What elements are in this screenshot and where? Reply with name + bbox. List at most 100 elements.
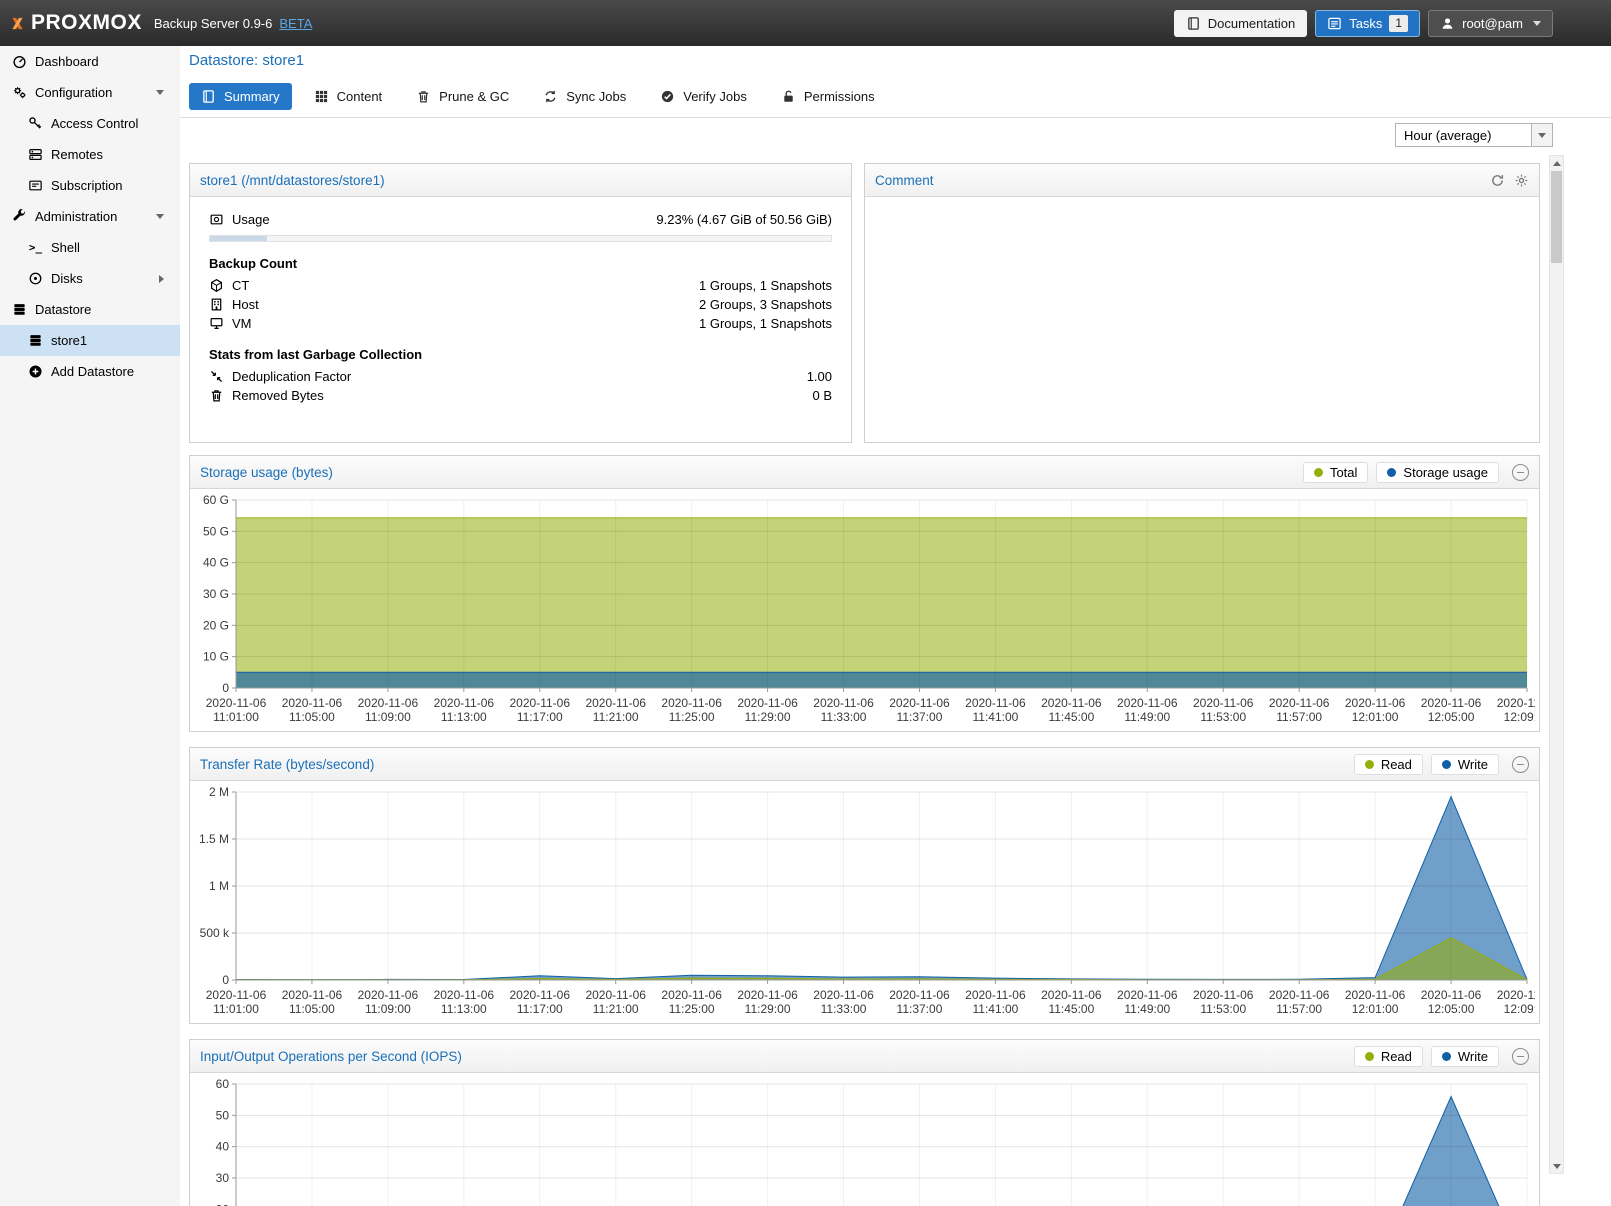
scroll-down-arrow[interactable] (1550, 1159, 1563, 1173)
usage-label: Usage (232, 212, 270, 227)
iops-chart: 01020304050602020-11-0611:01:002020-11-0… (194, 1076, 1535, 1206)
legend-item-storage-usage[interactable]: Storage usage (1376, 462, 1499, 483)
tab-verify-jobs[interactable]: Verify Jobs (648, 83, 759, 110)
book-icon (201, 89, 216, 104)
svg-text:50 G: 50 G (203, 524, 229, 538)
svg-text:11:05:00: 11:05:00 (289, 710, 335, 724)
svg-text:11:05:00: 11:05:00 (289, 1002, 335, 1016)
svg-text:50: 50 (216, 1108, 230, 1122)
documentation-button[interactable]: Documentation (1174, 10, 1307, 37)
sidebar-item-add-datastore[interactable]: Add Datastore (0, 356, 180, 387)
tab-sync-jobs[interactable]: Sync Jobs (531, 83, 638, 110)
database-icon (12, 302, 27, 317)
sidebar-item-datastore[interactable]: Datastore (0, 294, 180, 325)
timeframe-select[interactable]: Hour (average) (1395, 123, 1553, 147)
documentation-label: Documentation (1208, 16, 1295, 31)
storage-usage-panel: Storage usage (bytes) TotalStorage usage… (189, 455, 1540, 732)
dropdown-trigger[interactable] (1531, 124, 1552, 146)
sidebar-item-configuration[interactable]: Configuration (0, 77, 180, 108)
collapse-icon[interactable] (1512, 464, 1529, 481)
toolbar-separator (180, 117, 1611, 118)
proxmox-logo[interactable]: PROXMOX (10, 11, 142, 35)
svg-text:2020-11-06: 2020-11-06 (1193, 988, 1254, 1002)
user-menu-button[interactable]: root@pam (1428, 10, 1553, 37)
svg-text:2020-11-06: 2020-11-06 (434, 696, 495, 710)
sidebar-item-dashboard[interactable]: Dashboard (0, 46, 180, 77)
user-icon (1440, 16, 1455, 31)
tab-content[interactable]: Content (302, 83, 395, 110)
expander-down-icon[interactable] (156, 214, 164, 219)
sidebar-item-label: Shell (51, 240, 80, 255)
svg-text:11:45:00: 11:45:00 (1048, 1002, 1094, 1016)
svg-text:2020-11-06: 2020-11-06 (1421, 988, 1482, 1002)
sidebar-item-label: Dashboard (35, 54, 99, 69)
legend-item-write[interactable]: Write (1431, 754, 1499, 775)
legend-dot-icon (1387, 468, 1396, 477)
svg-text:2020-11-06: 2020-11-06 (1117, 988, 1178, 1002)
sidebar-item-remotes[interactable]: Remotes (0, 139, 180, 170)
collapse-icon[interactable] (1512, 1048, 1529, 1065)
grid-icon (314, 89, 329, 104)
wrench-icon (12, 209, 27, 224)
svg-text:2020-11-06: 2020-11-06 (1421, 696, 1482, 710)
sidebar-item-shell[interactable]: >_ Shell (0, 232, 180, 263)
svg-text:20: 20 (216, 1202, 230, 1206)
sidebar-item-store1[interactable]: store1 (0, 325, 180, 356)
main-content: Datastore: store1 Summary Content Prune … (180, 46, 1611, 1206)
sidebar-item-disks[interactable]: Disks (0, 263, 180, 294)
svg-text:11:01:00: 11:01:00 (213, 1002, 259, 1016)
comment-body[interactable] (865, 197, 1539, 210)
check-circle-icon (660, 89, 675, 104)
monitor-icon (209, 316, 224, 331)
task-list-icon (1327, 16, 1342, 31)
svg-text:2020-11-06: 2020-11-06 (1345, 988, 1406, 1002)
sidebar-item-administration[interactable]: Administration (0, 201, 180, 232)
expander-down-icon[interactable] (156, 90, 164, 95)
svg-text:0: 0 (222, 681, 229, 695)
collapse-icon[interactable] (1512, 756, 1529, 773)
svg-text:2020-11-06: 2020-11-06 (1345, 696, 1406, 710)
svg-text:11:49:00: 11:49:00 (1124, 710, 1170, 724)
backup-count-heading: Backup Count (209, 256, 832, 271)
gc-row-label: Removed Bytes (232, 388, 324, 403)
legend-item-read[interactable]: Read (1354, 754, 1423, 775)
tab-bar: Summary Content Prune & GC Sync Jobs Ver… (189, 83, 887, 110)
tab-summary[interactable]: Summary (189, 83, 292, 110)
legend-label: Read (1381, 757, 1412, 772)
tasks-label: Tasks (1349, 16, 1382, 31)
svg-text:11:53:00: 11:53:00 (1200, 1002, 1246, 1016)
trash-icon (416, 89, 431, 104)
topbar-actions: Documentation Tasks 1 root@pam (1174, 10, 1553, 37)
legend-label: Write (1458, 757, 1488, 772)
chart-legend: Total Storage usage (1303, 462, 1499, 483)
svg-text:40 G: 40 G (203, 556, 229, 570)
svg-text:2020-11-06: 2020-11-06 (813, 988, 874, 1002)
top-bar: PROXMOX Backup Server 0.9-6 BETA Documen… (0, 0, 1611, 46)
sidebar-item-access-control[interactable]: Access Control (0, 108, 180, 139)
svg-text:10 G: 10 G (203, 650, 229, 664)
vertical-scrollbar[interactable] (1549, 155, 1564, 1174)
reload-icon[interactable] (1490, 173, 1505, 188)
scroll-up-arrow[interactable] (1550, 156, 1563, 170)
unlock-icon (781, 89, 796, 104)
sidebar-item-label: Datastore (35, 302, 91, 317)
legend-item-write[interactable]: Write (1431, 1046, 1499, 1067)
gears-icon (12, 85, 27, 100)
beta-link[interactable]: BETA (279, 16, 312, 31)
legend-item-total[interactable]: Total (1303, 462, 1368, 483)
chart-legend: Read Write (1354, 754, 1499, 775)
svg-text:11:29:00: 11:29:00 (745, 1002, 791, 1016)
gc-stats-heading: Stats from last Garbage Collection (209, 347, 832, 362)
tasks-button[interactable]: Tasks 1 (1315, 10, 1420, 37)
backup-row-label: VM (232, 316, 252, 331)
tab-permissions[interactable]: Permissions (769, 83, 887, 110)
expander-right-icon[interactable] (159, 275, 164, 283)
scrollbar-thumb[interactable] (1551, 171, 1562, 263)
legend-item-read[interactable]: Read (1354, 1046, 1423, 1067)
svg-text:2020-11-06: 2020-11-06 (358, 696, 419, 710)
svg-text:500 k: 500 k (200, 926, 230, 940)
database-icon (28, 333, 43, 348)
sidebar-item-subscription[interactable]: Subscription (0, 170, 180, 201)
tab-prune-gc[interactable]: Prune & GC (404, 83, 521, 110)
gear-icon[interactable] (1514, 173, 1529, 188)
